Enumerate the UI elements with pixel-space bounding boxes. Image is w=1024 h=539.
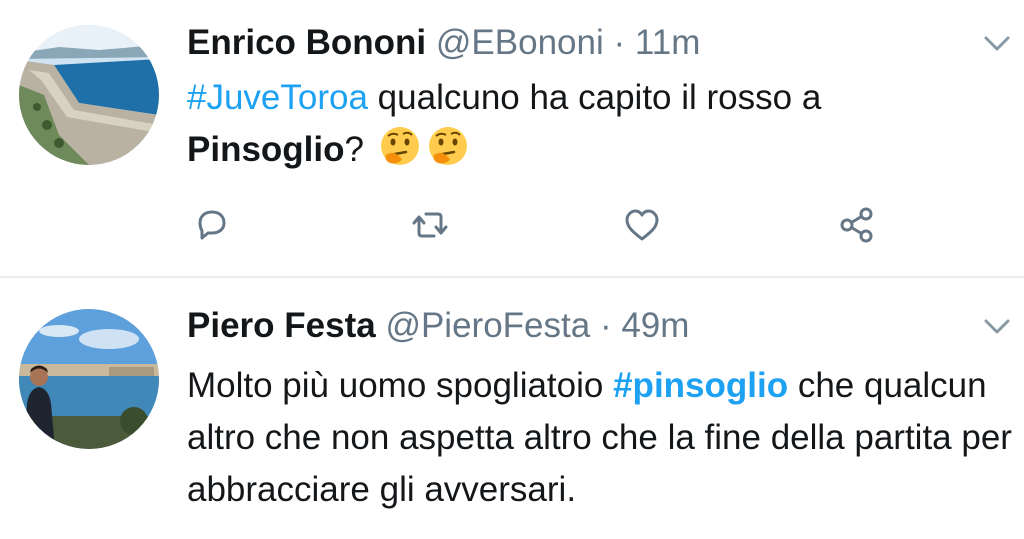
timestamp[interactable]: 49m: [621, 306, 689, 345]
avatar[interactable]: [19, 309, 159, 449]
tweet[interactable]: Enrico Bononi @EBononi · 11m #JuveToroa …: [0, 0, 1024, 276]
tweet-actions: [187, 200, 887, 250]
timestamp[interactable]: 11m: [635, 23, 701, 62]
thinking-face-icon: [426, 125, 470, 169]
author-handle[interactable]: @EBononi: [436, 23, 604, 62]
tweet-text-segment: qualcuno ha capito il rosso a: [367, 78, 822, 117]
tweet-text: #JuveToroa qualcuno ha capito il rosso a…: [187, 72, 1017, 176]
like-icon: [625, 209, 659, 241]
author-name[interactable]: Enrico Bononi: [187, 23, 426, 62]
tweet-text: Molto più uomo spogliatoio #pinsoglio ch…: [187, 360, 1017, 516]
avatar[interactable]: [19, 25, 159, 165]
thinking-face-icon: [378, 125, 422, 169]
share-icon: [840, 207, 873, 243]
highlighted-term: Pinsoglio: [187, 130, 345, 169]
tweet-text-segment: Molto più uomo spogliatoio: [187, 366, 614, 405]
tweet-header: Enrico Bononi @EBononi · 11m: [187, 18, 700, 68]
like-button[interactable]: [617, 200, 667, 250]
tweet-feed: Enrico Bononi @EBononi · 11m #JuveToroa …: [0, 0, 1024, 539]
retweet-icon: [412, 212, 448, 238]
author-name[interactable]: Piero Festa: [187, 306, 376, 345]
hashtag-link[interactable]: #JuveToroa: [187, 78, 368, 117]
separator-dot: ·: [613, 23, 626, 62]
author-handle[interactable]: @PieroFesta: [385, 306, 590, 345]
chevron-down-icon[interactable]: [980, 26, 1014, 60]
tweet-header: Piero Festa @PieroFesta · 49m: [187, 301, 689, 351]
reply-button[interactable]: [187, 200, 237, 250]
tweet-text-segment: ?: [344, 130, 364, 169]
chevron-down-icon[interactable]: [980, 309, 1014, 343]
avatar-image: [19, 25, 159, 165]
separator-dot: ·: [599, 306, 612, 345]
hashtag-link[interactable]: #pinsoglio: [613, 366, 788, 405]
share-button[interactable]: [832, 200, 882, 250]
retweet-button[interactable]: [405, 200, 455, 250]
tweet[interactable]: Piero Festa @PieroFesta · 49m Molto più …: [0, 278, 1024, 539]
avatar-image: [19, 309, 159, 449]
reply-icon: [198, 210, 226, 240]
